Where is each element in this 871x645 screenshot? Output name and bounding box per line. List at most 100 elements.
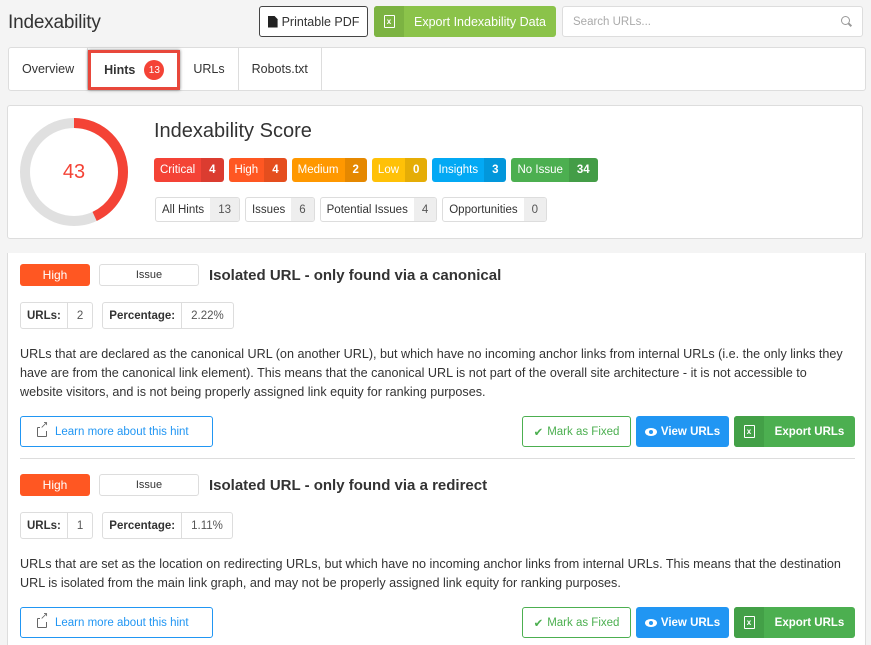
type-all-hints-button[interactable]: All Hints 13	[155, 197, 240, 222]
severity-medium-button[interactable]: Medium 2	[291, 158, 367, 182]
urls-label: URLs:	[21, 513, 68, 538]
urls-label: URLs:	[21, 303, 68, 328]
file-icon	[267, 15, 278, 28]
hint-severity-badge: High	[20, 474, 90, 496]
tab-urls-label: URLs	[193, 62, 225, 76]
percentage-label: Percentage:	[103, 303, 183, 328]
mark-as-fixed-label: Mark as Fixed	[547, 425, 620, 438]
hint-description: URLs that are declared as the canonical …	[20, 347, 843, 399]
search-box[interactable]	[562, 6, 863, 37]
hint-urls-count: URLs: 2	[20, 302, 94, 329]
hint-type-badge: Issue	[99, 264, 199, 286]
type-opportunities-button[interactable]: Opportunities 0	[442, 197, 548, 222]
indexability-score-card: 43 Indexability Score Critical 4 High 4 Me…	[7, 105, 863, 239]
view-urls-button[interactable]: View URLs	[636, 416, 729, 447]
severity-label: High	[234, 164, 259, 176]
excel-file-icon: x	[383, 15, 395, 28]
view-urls-label: View URLs	[660, 616, 721, 629]
check-icon: ✔	[533, 426, 544, 439]
hint-title: Isolated URL - only found via a canonica…	[209, 266, 502, 284]
hint-divider	[20, 458, 855, 459]
severity-label: Critical	[160, 164, 196, 176]
learn-more-button[interactable]: Learn more about this hint	[20, 607, 213, 638]
hints-list: High Issue Isolated URL - only found via…	[7, 253, 866, 645]
hint-card: High Issue Isolated URL - only found via…	[20, 264, 855, 447]
mark-as-fixed-button[interactable]: ✔ Mark as Fixed	[522, 607, 631, 638]
excel-file-icon: x	[743, 616, 755, 629]
percentage-value: 1.11%	[191, 519, 223, 532]
type-count: 6	[291, 198, 314, 221]
type-issues-button[interactable]: Issues 6	[244, 197, 315, 222]
severity-low-button[interactable]: Low 0	[371, 158, 428, 182]
eye-icon	[644, 427, 657, 436]
excel-file-icon: x	[743, 425, 755, 438]
type-label: Potential Issues	[326, 203, 408, 216]
export-urls-label: Export URLs	[774, 616, 845, 629]
view-urls-label: View URLs	[660, 425, 721, 438]
severity-label: Medium	[297, 164, 339, 176]
eye-icon	[644, 618, 657, 627]
tab-overview-label: Overview	[22, 62, 75, 76]
printable-pdf-button[interactable]: Printable PDF	[259, 6, 368, 37]
search-icon[interactable]	[841, 16, 852, 27]
tab-urls[interactable]: URLs	[180, 48, 239, 90]
urls-value: 2	[76, 309, 84, 322]
hint-type-filters: All Hints 13 Issues 6 Potential Issues 4 Op…	[155, 197, 548, 222]
type-label: Issues	[251, 203, 286, 216]
severity-count: 4	[201, 158, 224, 182]
score-value: 43	[62, 160, 86, 183]
type-count: 13	[210, 198, 239, 221]
hint-severity-badge: High	[20, 264, 90, 286]
tab-robots-txt[interactable]: Robots.txt	[239, 48, 322, 90]
hint-urls-count: URLs: 1	[20, 512, 94, 539]
export-urls-button[interactable]: x Export URLs	[734, 607, 855, 638]
mark-as-fixed-button[interactable]: ✔ Mark as Fixed	[522, 416, 631, 447]
tab-bar: Overview Hints 13 URLs Robots.txt	[8, 47, 866, 91]
severity-count: 0	[405, 158, 428, 182]
severity-label: Insights	[438, 164, 479, 176]
hints-count-badge: 13	[144, 60, 165, 80]
severity-count: 34	[568, 158, 598, 182]
learn-more-label: Learn more about this hint	[55, 616, 189, 629]
printable-pdf-label: Printable PDF	[281, 14, 360, 29]
severity-insights-button[interactable]: Insights 3	[432, 158, 507, 182]
type-count: 4	[413, 198, 437, 221]
severity-count: 2	[344, 158, 367, 182]
check-icon: ✔	[533, 617, 544, 630]
external-link-icon	[37, 611, 49, 628]
severity-count: 3	[484, 158, 507, 182]
export-indexability-data-button[interactable]: x Export Indexability Data	[374, 6, 556, 37]
tab-robots-txt-label: Robots.txt	[251, 62, 308, 76]
severity-critical-button[interactable]: Critical 4	[154, 158, 224, 182]
urls-value: 1	[76, 519, 84, 532]
severity-high-button[interactable]: High 4	[228, 158, 287, 182]
view-urls-button[interactable]: View URLs	[636, 607, 729, 638]
severity-label: No Issue	[517, 164, 563, 176]
percentage-value: 2.22%	[191, 309, 224, 322]
type-label: All Hints	[162, 203, 205, 216]
tab-overview[interactable]: Overview	[9, 48, 89, 90]
severity-count: 4	[264, 158, 287, 182]
export-urls-label: Export URLs	[774, 425, 845, 438]
severity-filters: Critical 4 High 4 Medium 2 Low 0 Insights 3 N…	[154, 158, 598, 182]
tab-hints[interactable]: Hints 13	[88, 50, 181, 90]
search-input[interactable]	[573, 15, 841, 28]
page-title: Indexability	[8, 12, 101, 33]
type-label: Opportunities	[449, 203, 518, 216]
type-count: 0	[523, 198, 547, 221]
severity-label: Low	[377, 164, 400, 176]
hint-type-badge: Issue	[99, 474, 199, 496]
severity-no-issue-button[interactable]: No Issue 34	[511, 158, 598, 182]
learn-more-label: Learn more about this hint	[55, 425, 189, 438]
percentage-label: Percentage:	[103, 513, 183, 538]
hint-title: Isolated URL - only found via a redirect	[209, 476, 488, 494]
export-indexability-data-label: Export Indexability Data	[413, 14, 546, 29]
type-potential-issues-button[interactable]: Potential Issues 4	[319, 197, 438, 222]
hint-percentage: Percentage: 2.22%	[102, 302, 234, 329]
learn-more-button[interactable]: Learn more about this hint	[20, 416, 213, 447]
mark-as-fixed-label: Mark as Fixed	[547, 616, 620, 629]
hint-description: URLs that are set as the location on red…	[20, 557, 841, 590]
export-urls-button[interactable]: x Export URLs	[734, 416, 855, 447]
external-link-icon	[37, 420, 49, 437]
score-title: Indexability Score	[154, 120, 312, 142]
